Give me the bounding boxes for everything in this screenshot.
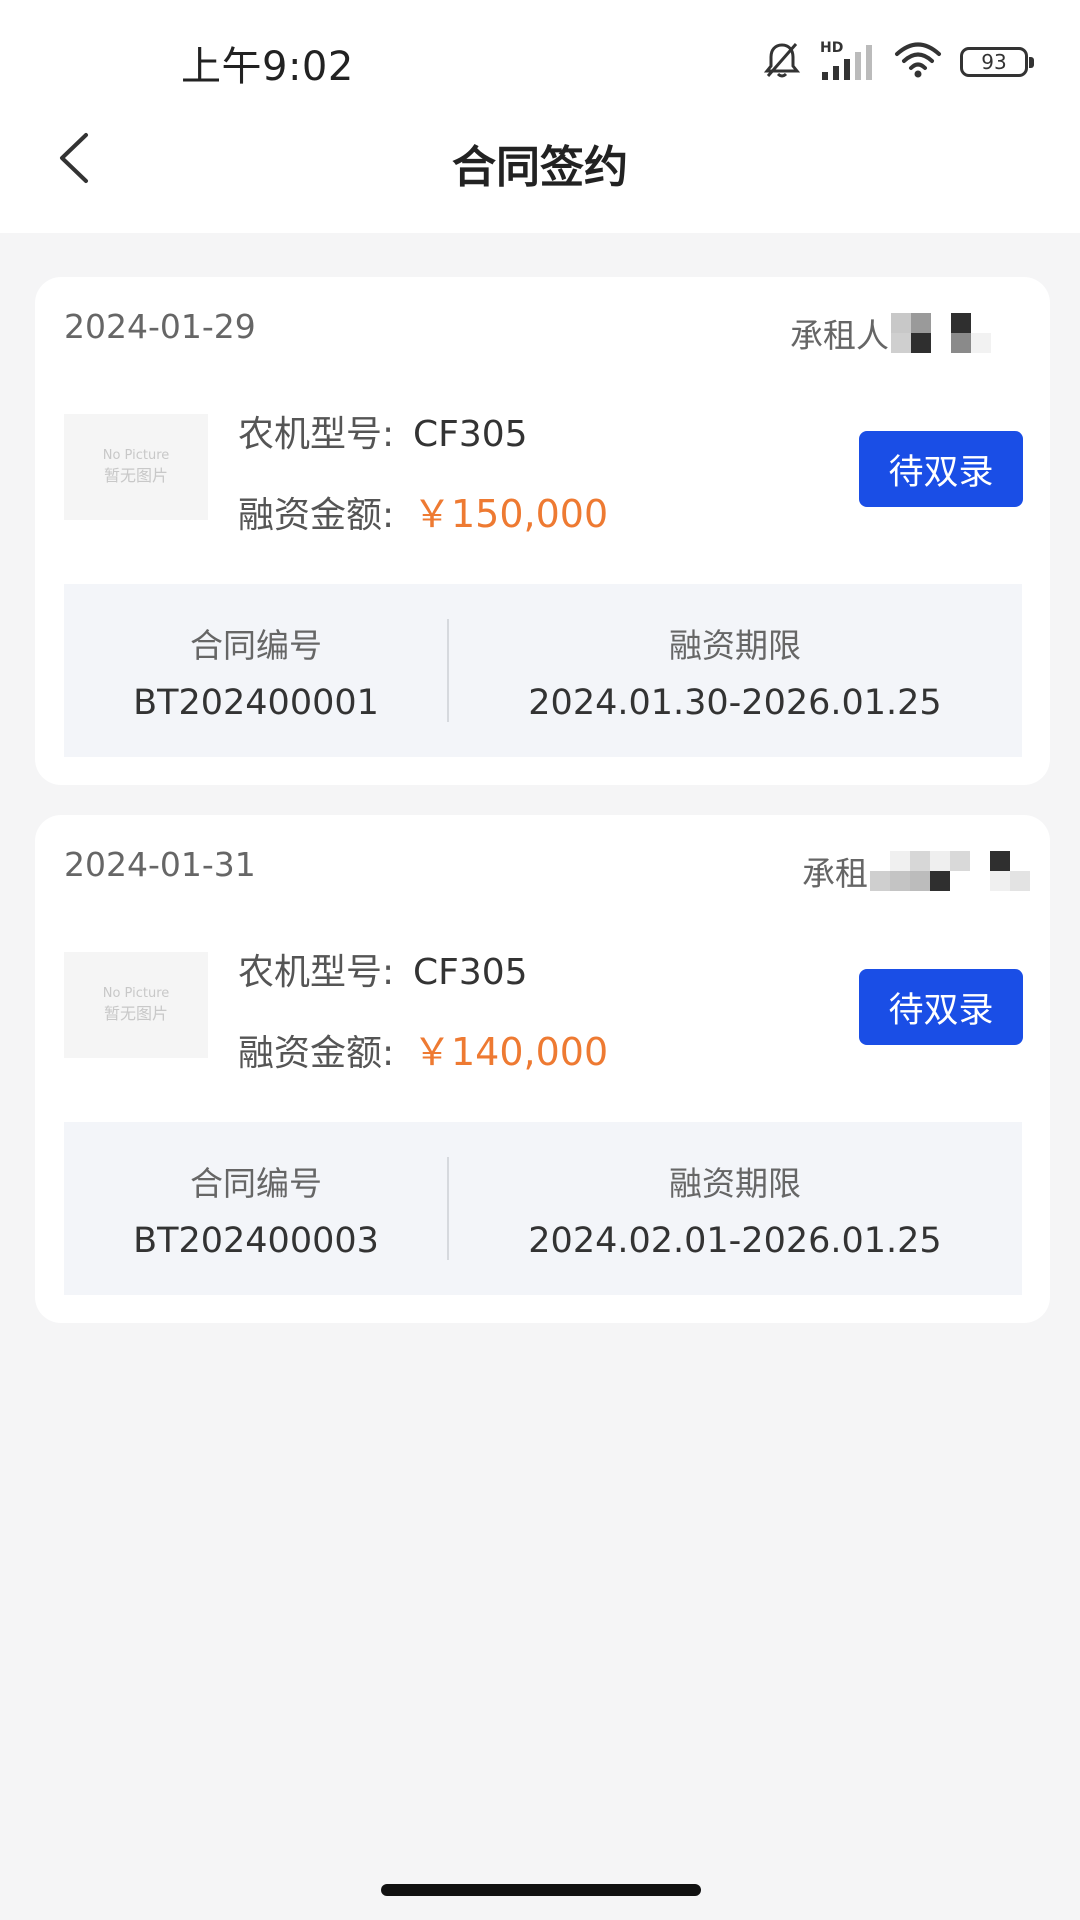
financing-term-label: 融资期限 bbox=[669, 625, 801, 665]
lessee-info: 承租人 bbox=[790, 309, 1011, 357]
thumbnail-text-cn: 暂无图片 bbox=[103, 466, 168, 485]
lessee-name-mosaic bbox=[891, 313, 1011, 353]
financing-term-value: 2024.01.30-2026.01.25 bbox=[528, 682, 942, 723]
amount-label: 融资金额: bbox=[238, 1033, 395, 1074]
status-time: 上午9:02 bbox=[181, 44, 354, 90]
contract-number-label: 合同编号 bbox=[190, 1163, 322, 1203]
thumbnail-text-en: No Picture bbox=[102, 986, 170, 1001]
contract-number-column: 合同编号 BT202400001 bbox=[64, 584, 448, 757]
contract-info-box: 合同编号 BT202400003 融资期限 2024.02.01-2026.01… bbox=[64, 1122, 1022, 1295]
contract-number-column: 合同编号 BT202400003 bbox=[64, 1122, 448, 1295]
model-value: CF305 bbox=[413, 952, 528, 993]
thumbnail-text-en: No Picture bbox=[102, 448, 170, 463]
pending-dual-record-button[interactable]: 待双录 bbox=[859, 969, 1023, 1045]
financing-term-column: 融资期限 2024.01.30-2026.01.25 bbox=[448, 584, 1022, 757]
amount-row: 融资金额: ￥150,000 bbox=[238, 483, 608, 538]
lessee-label: 承租 bbox=[802, 854, 868, 893]
thumbnail-text-cn: 暂无图片 bbox=[103, 1004, 168, 1023]
mute-bell-icon bbox=[762, 40, 802, 84]
model-label: 农机型号: bbox=[238, 414, 395, 455]
no-picture-thumbnail: No Picture 暂无图片 bbox=[64, 952, 208, 1058]
status-icons: HD 93 bbox=[762, 40, 1034, 84]
battery-level: 93 bbox=[981, 50, 1007, 74]
contract-card[interactable]: 2024-01-31 承租 No Picture 暂无图片 农机型号: CF30… bbox=[35, 815, 1050, 1323]
financing-term-column: 融资期限 2024.02.01-2026.01.25 bbox=[448, 1122, 1022, 1295]
financing-term-label: 融资期限 bbox=[669, 1163, 801, 1203]
wifi-icon bbox=[894, 41, 942, 83]
pending-dual-record-button[interactable]: 待双录 bbox=[859, 431, 1023, 507]
amount-label: 融资金额: bbox=[238, 495, 395, 536]
model-row: 农机型号: CF305 bbox=[238, 405, 528, 457]
page-title: 合同签约 bbox=[452, 142, 628, 193]
lessee-info: 承租 bbox=[802, 847, 1030, 895]
amount-value: ￥140,000 bbox=[413, 1030, 609, 1074]
contract-card[interactable]: 2024-01-29 承租人 No Picture 暂无图片 农机型号: CF3… bbox=[35, 277, 1050, 785]
contract-date: 2024-01-29 bbox=[64, 307, 256, 346]
home-indicator[interactable] bbox=[381, 1884, 701, 1896]
header-area: 上午9:02 HD 93 合同签约 bbox=[0, 0, 1080, 233]
model-row: 农机型号: CF305 bbox=[238, 943, 528, 995]
lessee-label: 承租人 bbox=[790, 316, 889, 355]
lessee-name-mosaic bbox=[870, 851, 1030, 891]
contract-number-label: 合同编号 bbox=[190, 625, 322, 665]
financing-term-value: 2024.02.01-2026.01.25 bbox=[528, 1220, 942, 1261]
model-label: 农机型号: bbox=[238, 952, 395, 993]
amount-value: ￥150,000 bbox=[413, 492, 609, 536]
contract-date: 2024-01-31 bbox=[64, 845, 256, 884]
contract-number-value: BT202400003 bbox=[133, 1220, 379, 1261]
no-picture-thumbnail: No Picture 暂无图片 bbox=[64, 414, 208, 520]
amount-row: 融资金额: ￥140,000 bbox=[238, 1021, 608, 1076]
contract-info-box: 合同编号 BT202400001 融资期限 2024.01.30-2026.01… bbox=[64, 584, 1022, 757]
cellular-signal-icon: HD bbox=[820, 40, 876, 82]
battery-icon: 93 bbox=[960, 47, 1034, 77]
model-value: CF305 bbox=[413, 414, 528, 455]
contract-number-value: BT202400001 bbox=[133, 682, 379, 723]
